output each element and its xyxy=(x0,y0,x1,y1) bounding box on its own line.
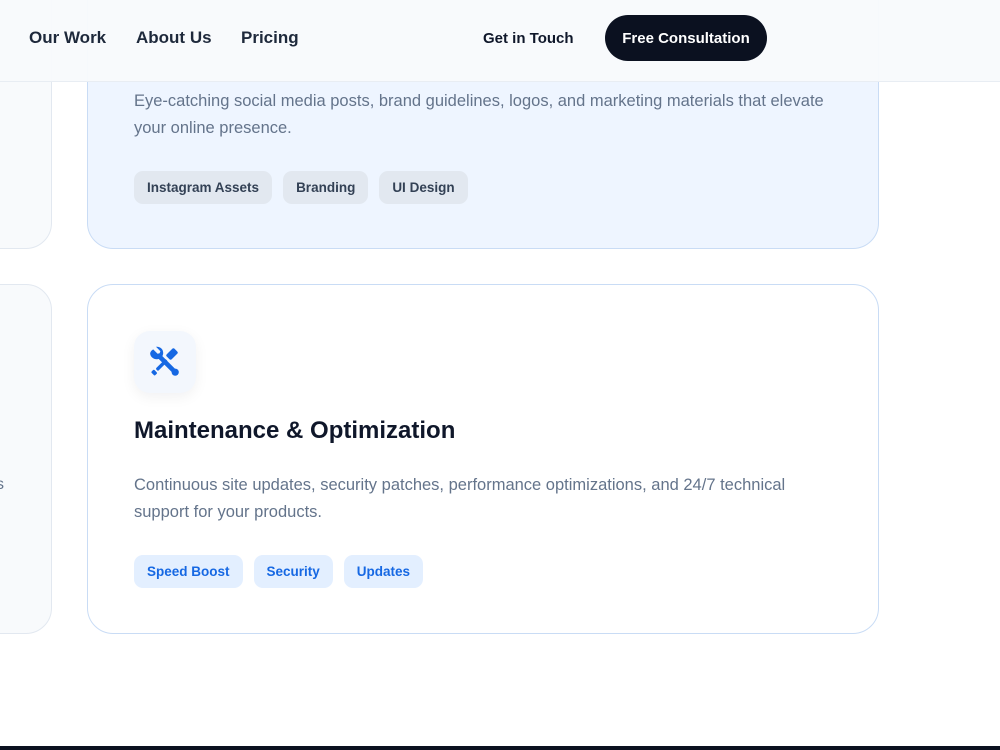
card-description: Continuous site updates, security patche… xyxy=(134,476,786,521)
left-card-partial-text: s xyxy=(0,476,4,493)
tag-instagram-assets: Instagram Assets xyxy=(134,171,273,204)
nav-link-our-work[interactable]: Our Work xyxy=(29,28,106,48)
wrench-screwdriver-icon xyxy=(150,346,179,376)
tag-list: Instagram Assets Branding UI Design xyxy=(134,171,468,204)
service-card-left-bottom xyxy=(0,284,52,634)
service-card-maintenance: Maintenance & Optimization Continuous si… xyxy=(87,284,879,634)
tag-ui-design: UI Design xyxy=(379,171,468,204)
site-header: Our Work About Us Pricing Get in Touch F… xyxy=(0,0,1000,82)
card-description: Eye-catching social media posts, brand g… xyxy=(134,92,824,137)
card-title: Maintenance & Optimization xyxy=(134,417,456,444)
nav-link-pricing[interactable]: Pricing xyxy=(241,28,299,48)
nav-link-about-us[interactable]: About Us xyxy=(136,28,212,48)
tag-speed-boost: Speed Boost xyxy=(134,555,243,588)
bottom-divider xyxy=(0,746,1000,750)
tag-security: Security xyxy=(253,555,333,588)
tag-updates: Updates xyxy=(343,555,424,588)
free-consultation-button[interactable]: Free Consultation xyxy=(605,15,767,61)
get-in-touch-link[interactable]: Get in Touch xyxy=(483,30,574,47)
tag-branding: Branding xyxy=(283,171,369,204)
tag-list: Speed Boost Security Updates xyxy=(134,555,424,588)
service-icon-box xyxy=(134,331,196,393)
page: Our Work About Us Pricing Get in Touch F… xyxy=(0,0,1000,750)
